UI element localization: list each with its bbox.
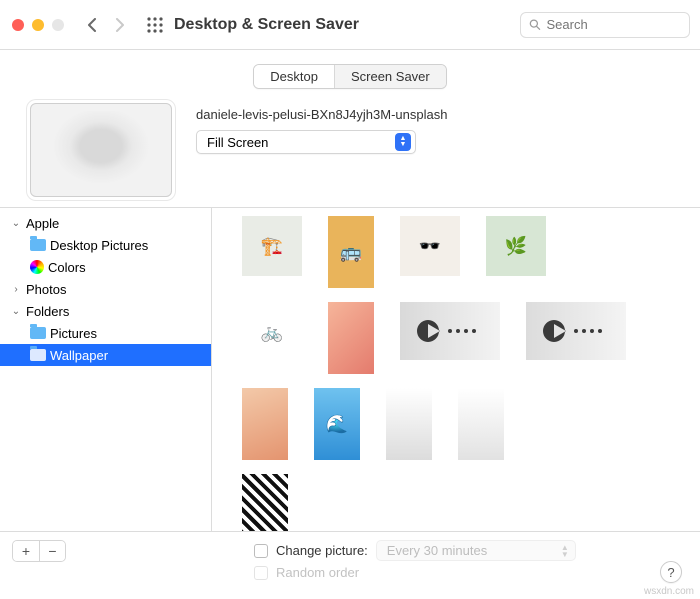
- chevron-right-icon: ›: [10, 284, 22, 295]
- thumbnail[interactable]: 🌿: [486, 216, 546, 276]
- sidebar-label: Colors: [48, 260, 86, 275]
- help-button[interactable]: ?: [660, 561, 682, 583]
- sidebar-item-wallpaper[interactable]: Wallpaper: [0, 344, 211, 366]
- change-picture-checkbox[interactable]: [254, 544, 268, 558]
- nav-buttons: [78, 11, 134, 39]
- thumbnail[interactable]: [458, 388, 504, 460]
- thumbnail[interactable]: 🚌: [328, 216, 374, 288]
- sidebar-item-desktop-pictures[interactable]: Desktop Pictures: [0, 234, 211, 256]
- tab-segmented-control: Desktop Screen Saver: [253, 64, 446, 89]
- thumbnail-grid[interactable]: 🏗️ 🚌 🕶️ 🌿 🚲 🌊: [212, 208, 700, 531]
- change-picture-label: Change picture:: [276, 543, 368, 558]
- tab-screen-saver[interactable]: Screen Saver: [334, 65, 446, 88]
- show-all-button[interactable]: [146, 16, 164, 34]
- zoom-window-button[interactable]: [52, 19, 64, 31]
- random-order-checkbox: [254, 566, 268, 580]
- change-interval-select: Every 30 minutes ▲▼: [376, 540, 576, 561]
- search-icon: [529, 18, 541, 31]
- thumbnail[interactable]: [242, 388, 288, 460]
- folder-icon: [30, 349, 46, 361]
- random-order-label: Random order: [276, 565, 359, 580]
- color-wheel-icon: [30, 260, 44, 274]
- sidebar-label: Wallpaper: [50, 348, 108, 363]
- thumbnail[interactable]: [526, 302, 626, 360]
- source-sidebar: ⌄ Apple Desktop Pictures Colors › Photos…: [0, 208, 212, 531]
- sidebar-label: Desktop Pictures: [50, 238, 148, 253]
- search-input[interactable]: [547, 17, 682, 32]
- sidebar-label: Photos: [26, 282, 66, 297]
- close-window-button[interactable]: [12, 19, 24, 31]
- sidebar-item-apple[interactable]: ⌄ Apple: [0, 212, 211, 234]
- watermark: wsxdn.com: [644, 586, 694, 597]
- add-folder-button[interactable]: +: [13, 541, 39, 561]
- remove-folder-button[interactable]: −: [39, 541, 65, 561]
- wallpaper-preview: [30, 103, 172, 197]
- minimize-window-button[interactable]: [32, 19, 44, 31]
- sidebar-item-photos[interactable]: › Photos: [0, 278, 211, 300]
- current-wallpaper-section: daniele-levis-pelusi-BXn8J4yjh3M-unsplas…: [0, 97, 700, 207]
- tab-desktop[interactable]: Desktop: [254, 65, 334, 88]
- sidebar-item-folders[interactable]: ⌄ Folders: [0, 300, 211, 322]
- sidebar-label: Apple: [26, 216, 59, 231]
- back-button[interactable]: [78, 11, 106, 39]
- titlebar: Desktop & Screen Saver: [0, 0, 700, 50]
- thumbnail[interactable]: [328, 302, 374, 374]
- folder-icon: [30, 327, 46, 339]
- fit-mode-select[interactable]: Fill Screen ▲▼: [196, 130, 416, 154]
- window-title: Desktop & Screen Saver: [174, 16, 359, 34]
- sidebar-item-colors[interactable]: Colors: [0, 256, 211, 278]
- change-interval-value: Every 30 minutes: [387, 543, 487, 558]
- sidebar-label: Pictures: [50, 326, 97, 341]
- forward-button: [106, 11, 134, 39]
- thumbnail[interactable]: [400, 302, 500, 360]
- tab-bar: Desktop Screen Saver: [0, 50, 700, 97]
- folder-icon: [30, 239, 46, 251]
- thumbnail[interactable]: 🌊: [314, 388, 360, 460]
- wallpaper-preview-image: [38, 111, 164, 189]
- thumbnail[interactable]: [242, 474, 288, 531]
- thumbnail[interactable]: 🕶️: [400, 216, 460, 276]
- footer-controls: + − Change picture: Every 30 minutes ▲▼ …: [0, 531, 700, 593]
- chevron-down-icon: ⌄: [10, 218, 22, 229]
- sidebar-label: Folders: [26, 304, 69, 319]
- fit-mode-value: Fill Screen: [207, 135, 268, 150]
- thumbnail[interactable]: 🏗️: [242, 216, 302, 276]
- select-arrows-icon: ▲▼: [395, 133, 411, 151]
- main-split: ⌄ Apple Desktop Pictures Colors › Photos…: [0, 207, 700, 531]
- search-field[interactable]: [520, 12, 690, 38]
- select-arrows-icon: ▲▼: [561, 544, 569, 558]
- thumbnail[interactable]: [386, 388, 432, 460]
- window-controls: [12, 19, 64, 31]
- wallpaper-filename: daniele-levis-pelusi-BXn8J4yjh3M-unsplas…: [196, 107, 682, 122]
- chevron-down-icon: ⌄: [10, 306, 22, 317]
- sidebar-item-pictures[interactable]: Pictures: [0, 322, 211, 344]
- add-remove-buttons: + −: [12, 540, 66, 562]
- thumbnail[interactable]: 🚲: [242, 302, 302, 362]
